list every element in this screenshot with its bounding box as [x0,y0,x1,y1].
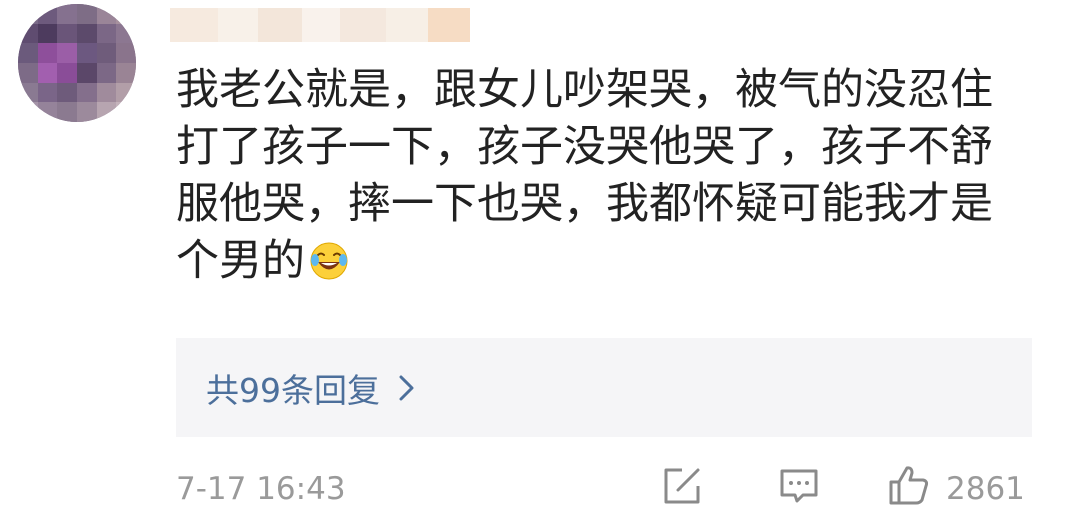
username[interactable] [170,8,470,42]
comment-line: 个男的 [176,236,305,286]
comment-line: 我老公就是，跟女儿吵架哭，被气的没忍住 [176,65,993,115]
like-count: 2861 [946,471,1025,507]
replies-count-label[interactable]: 共99条回复 [206,364,380,412]
view-replies-button[interactable]: 共99条回复 [176,338,1032,437]
comment-icon[interactable] [778,466,820,506]
share-icon[interactable] [662,466,702,506]
comment-text: 我老公就是，跟女儿吵架哭，被气的没忍住 打了孩子一下，孩子没哭他哭了，孩子不舒 … [176,62,1046,290]
comment-line: 服他哭，摔一下也哭，我都怀疑可能我才是 [176,179,993,229]
comment-line: 打了孩子一下，孩子没哭他哭了，孩子不舒 [176,122,993,172]
chevron-right-icon [399,375,414,400]
laughing-with-tears-emoji-icon [310,242,348,280]
comment-line-last: 个男的 [176,233,1046,290]
comment-timestamp: 7-17 16:43 [176,471,346,507]
avatar[interactable] [18,4,136,122]
thumbs-up-icon[interactable] [888,464,930,506]
